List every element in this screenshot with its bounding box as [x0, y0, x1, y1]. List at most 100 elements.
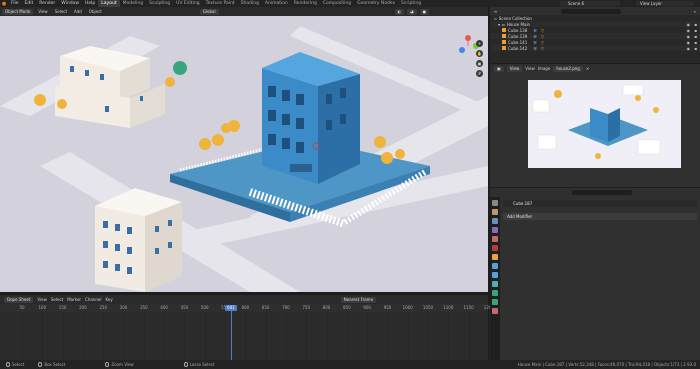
tab-scripting[interactable]: Scripting [398, 0, 424, 7]
shading-material-button[interactable]: ◕ [407, 8, 417, 15]
particles-tab-icon[interactable] [492, 272, 498, 278]
dopesheet-menu-channel[interactable]: Channel [85, 297, 101, 302]
viewport-menu-select[interactable]: Select [53, 9, 69, 14]
material-icon: ▽ [540, 27, 544, 33]
camera-view-icon[interactable]: ▣ [476, 60, 483, 67]
dopesheet-channels-area[interactable] [0, 312, 490, 360]
transform-orientation-dropdown[interactable]: Global [199, 8, 219, 15]
object-name-field[interactable]: Cube.187 [503, 200, 697, 207]
back-buildings [55, 46, 165, 128]
menu-render[interactable]: Render [36, 0, 58, 7]
eye-icon[interactable]: ◉ [687, 28, 691, 33]
material-icon: ▽ [540, 33, 544, 39]
collection-icon: ▫ [494, 15, 497, 21]
eye-icon[interactable]: ◉ [687, 34, 691, 39]
scene-tab-icon[interactable] [492, 236, 498, 242]
timeline-tick-label: 900 [363, 305, 371, 310]
tab-layout[interactable]: Layout [98, 0, 120, 7]
expand-chevron-icon[interactable]: ▾ [498, 22, 500, 27]
outliner-search-input[interactable] [561, 8, 622, 14]
dopesheet-menu-select[interactable]: Select [51, 297, 63, 302]
viewport-menu-add[interactable]: Add [72, 9, 84, 14]
timeline-gridline [123, 312, 125, 360]
timeline-gridline [468, 312, 470, 360]
3d-viewport[interactable] [0, 16, 488, 292]
object-tab-icon[interactable] [492, 254, 498, 260]
timeline-tick-label: 1150 [463, 305, 474, 310]
camera-icon[interactable]: ▪ [694, 46, 697, 51]
image-editor-menu-image[interactable]: Image [538, 66, 551, 71]
properties-search-input[interactable] [572, 190, 632, 195]
dopesheet-menu-key[interactable]: Key [105, 297, 112, 302]
image-editor-view-dropdown[interactable]: View [506, 65, 523, 72]
outliner-row-cube[interactable]: Cube.142 ⚒ ▽ ◉ ▪ [490, 45, 700, 51]
eye-icon[interactable]: ◉ [687, 46, 691, 51]
camera-icon[interactable]: ▪ [694, 28, 697, 33]
zoom-icon[interactable]: + [476, 40, 483, 47]
object-label: Cube.139 [508, 33, 528, 39]
constraints-tab-icon[interactable] [492, 290, 498, 296]
tab-geometry-nodes[interactable]: Geometry Nodes [354, 0, 398, 7]
object-icon [502, 40, 506, 44]
timeline-gridline [204, 312, 206, 360]
status-box-select: Box Select [38, 362, 65, 367]
view-layer-selector[interactable]: View Layer [636, 1, 694, 6]
current-frame-indicator[interactable]: 601 [225, 305, 237, 311]
tab-uv-editing[interactable]: UV Editing [173, 0, 202, 7]
camera-icon[interactable]: ▪ [694, 34, 697, 39]
dopesheet-menu-marker[interactable]: Marker [67, 297, 81, 302]
main-house [262, 52, 360, 184]
mouse-drag-icon [38, 362, 43, 367]
world-tab-icon[interactable] [492, 245, 498, 251]
eye-icon[interactable]: ◉ [687, 40, 691, 45]
image-editor-menu-view[interactable]: View [525, 66, 535, 71]
timeline-gridline [285, 312, 287, 360]
modifier-tab-icon[interactable] [492, 263, 498, 269]
menu-help[interactable]: Help [82, 0, 98, 7]
viewport-menu-object[interactable]: Object [87, 9, 104, 14]
timeline-gridline [164, 312, 166, 360]
status-box-select-label: Box Select [44, 362, 66, 367]
shading-rendered-button[interactable]: ● [419, 8, 430, 15]
viewport-menu-view[interactable]: View [36, 9, 50, 14]
menu-edit[interactable]: Edit [22, 0, 37, 7]
menu-file[interactable]: File [8, 0, 22, 7]
snap-nearest-frame-dropdown[interactable]: Nearest Frame [340, 296, 377, 303]
dopesheet-mode-dropdown[interactable]: Dope Sheet [4, 296, 34, 303]
tab-rendering[interactable]: Rendering [291, 0, 320, 7]
filter-icon[interactable]: ⌕ [694, 9, 696, 14]
shading-solid-button[interactable]: ◐ [394, 8, 405, 15]
camera-icon[interactable]: ▪ [694, 22, 697, 27]
menu-window[interactable]: Window [58, 0, 82, 7]
timeline-gridline [306, 312, 308, 360]
camera-icon[interactable]: ▪ [694, 40, 697, 45]
image-name-field[interactable]: house2.png [553, 65, 583, 72]
image-editor-type-icon[interactable]: ▣ [494, 65, 504, 72]
eye-icon[interactable]: ◉ [687, 22, 691, 27]
blender-logo-icon[interactable]: ● [0, 0, 8, 7]
tab-sculpting[interactable]: Sculpting [146, 0, 173, 7]
data-tab-icon[interactable] [492, 299, 498, 305]
tab-shading[interactable]: Shading [238, 0, 262, 7]
tool-tab-icon[interactable] [492, 200, 498, 206]
tab-texture-paint[interactable]: Texture Paint [203, 0, 238, 7]
close-icon[interactable]: ✕ [586, 66, 589, 71]
outliner-display-icon[interactable]: ≡ [494, 9, 497, 14]
render-thumbnail [528, 80, 681, 168]
object-mode-dropdown[interactable]: Object Mode [2, 8, 34, 15]
material-tab-icon[interactable] [492, 308, 498, 314]
output-tab-icon[interactable] [492, 218, 498, 224]
scene-selector[interactable]: Scene 6 [560, 1, 620, 6]
add-modifier-dropdown[interactable]: Add Modifier [503, 213, 697, 220]
tab-compositing[interactable]: Compositing [320, 0, 354, 7]
physics-tab-icon[interactable] [492, 281, 498, 287]
pan-hand-icon[interactable]: ✋ [476, 50, 483, 57]
render-tab-icon[interactable] [492, 209, 498, 215]
view-layer-tab-icon[interactable] [492, 227, 498, 233]
grid-icon[interactable]: # [476, 70, 483, 77]
timeline-ruler[interactable]: 5010015020025030035040045050055060065070… [0, 304, 494, 312]
tab-modeling[interactable]: Modeling [120, 0, 146, 7]
tab-animation[interactable]: Animation [262, 0, 291, 7]
dopesheet-menu-view[interactable]: View [37, 297, 47, 302]
object-label: Cube.142 [508, 45, 528, 51]
